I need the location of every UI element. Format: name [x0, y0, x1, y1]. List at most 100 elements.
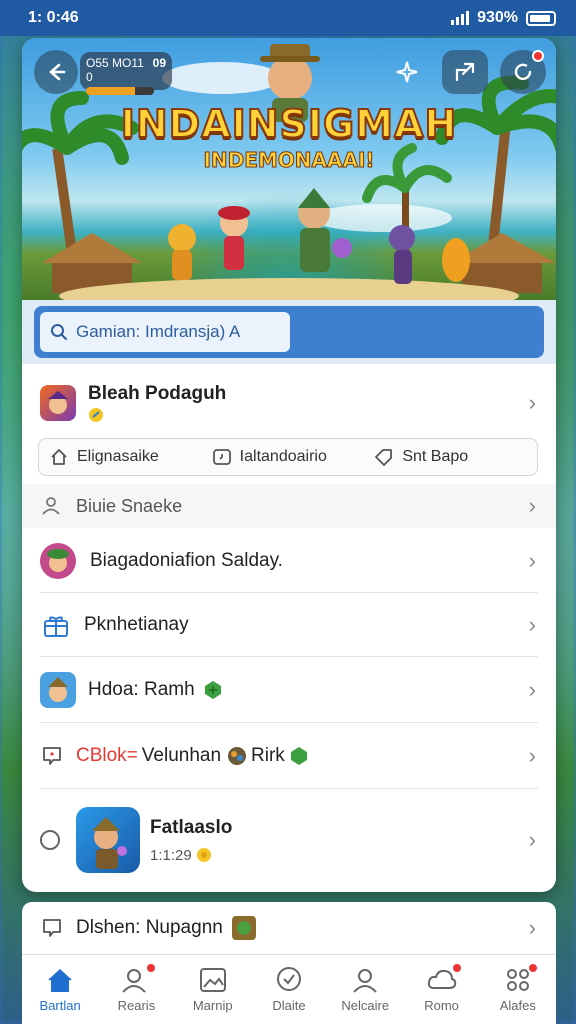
progress-value: 09 — [152, 56, 166, 70]
list-item-label: Hdoa: Ramh — [88, 679, 195, 700]
avatar — [40, 543, 76, 579]
tab-label: Romo — [424, 998, 459, 1013]
divider — [40, 722, 538, 723]
list-item[interactable]: Biagadoniafion Salday. › — [22, 530, 556, 592]
character-avatar-icon — [92, 817, 127, 869]
game-thumbnail — [76, 807, 140, 873]
chevron-right-icon: › — [528, 677, 536, 702]
notification-dot — [145, 962, 158, 974]
check-circle-icon — [276, 967, 301, 991]
search-section: Gamian: Imdransja) A — [22, 300, 556, 364]
user-icon — [42, 497, 60, 515]
list-item-label: Biagadoniafion Salday. — [90, 550, 283, 571]
list-item-tail: Rirk — [251, 745, 285, 766]
chip-label: Elignasaike — [77, 448, 159, 465]
notification-dot — [450, 962, 463, 974]
tab-label: Dlaite — [272, 998, 306, 1013]
tag-icon — [375, 449, 393, 466]
hero-subtitle: INDEMONAAAI! — [203, 148, 375, 173]
tab-label: Bartlan — [39, 998, 81, 1013]
signal-icon — [451, 11, 470, 25]
hero-title: INDAINSIGMAH — [120, 101, 458, 147]
chevron-right-icon: › — [528, 915, 536, 940]
share-icon — [455, 62, 475, 82]
battery-icon — [526, 10, 556, 26]
chevron-right-icon: › — [528, 548, 536, 573]
tab-label: Nelcaire — [341, 998, 390, 1013]
refresh-button[interactable] — [500, 50, 546, 94]
refresh-icon — [514, 63, 532, 81]
list-item[interactable]: CBlok= Velunhan Rirk › — [22, 724, 556, 788]
alert-label: CBlok= — [76, 745, 138, 766]
character-avatar-icon — [231, 916, 256, 940]
list-item-label: Velunhan — [141, 745, 222, 766]
radio-button[interactable] — [40, 830, 60, 850]
search-placeholder: Gamian: Imdransja) A — [76, 322, 241, 341]
sub-row-label: Biuie Snaeke — [76, 495, 183, 516]
arrow-left-icon — [49, 63, 66, 81]
home-icon — [51, 449, 67, 465]
gift-icon — [40, 609, 72, 641]
featured-title: Fatlaaslo — [150, 816, 233, 838]
home-icon — [48, 969, 73, 992]
image-icon — [199, 968, 226, 992]
tab-bar: Bartlan Rearis Marnip Dlaite Nelcaire Ro… — [22, 954, 556, 1024]
chat-icon — [43, 919, 61, 937]
share-button[interactable] — [442, 50, 488, 94]
tab-profile[interactable]: Nelcaire — [330, 966, 400, 1013]
chevron-right-icon: › — [528, 390, 536, 415]
tab-gallery[interactable]: Marnip — [178, 966, 248, 1013]
tab-label: Alafes — [499, 998, 536, 1013]
progress-indicator: O55 MO11 0 09 — [80, 52, 172, 95]
back-button[interactable] — [34, 50, 78, 94]
sub-row[interactable]: Biuie Snaeke › — [22, 484, 556, 528]
list-item-featured[interactable]: Fatlaaslo 1:1:29 › — [22, 790, 556, 890]
character-avatar-icon — [228, 747, 247, 765]
sparkle-icon — [396, 61, 418, 83]
chip-label: Ialtandoairio — [239, 448, 327, 465]
bottom-row-label: Dlshen: Nupagnn — [76, 917, 223, 938]
tab-friends[interactable]: Rearis — [101, 962, 171, 1013]
list-item-label: Pknhetianay — [84, 614, 189, 635]
clock-icon — [212, 449, 231, 465]
main-card: INDAINSIGMAH INDEMONAAAI! O55 MO11 0 09 — [22, 38, 556, 892]
search-input[interactable]: Gamian: Imdransja) A — [40, 312, 290, 352]
chip-home[interactable]: Elignasaike — [49, 447, 202, 467]
bottom-list-item[interactable]: Dlshen: Nupagnn › — [22, 902, 556, 954]
list-item[interactable]: Hdoa: Ramh › — [22, 658, 556, 722]
character-avatar-icon — [48, 391, 68, 414]
status-time: 1: 0:46 — [28, 9, 79, 26]
chat-icon — [43, 747, 61, 765]
list-item[interactable]: Pknhetianay › — [22, 594, 556, 656]
chevron-right-icon: › — [528, 493, 536, 518]
gem-icon — [290, 747, 307, 765]
chevron-right-icon: › — [528, 743, 536, 768]
hero-banner: INDAINSIGMAH INDEMONAAAI! O55 MO11 0 09 — [22, 38, 556, 300]
tab-events[interactable]: Romo — [407, 962, 477, 1013]
notification-dot — [526, 962, 539, 974]
tab-more[interactable]: Alafes — [483, 962, 553, 1013]
tab-label: Rearis — [117, 998, 156, 1013]
gift-button[interactable] — [384, 50, 430, 94]
divider — [40, 656, 538, 657]
tab-check[interactable]: Dlaite — [254, 966, 324, 1013]
featured-meta: 1:1:29 — [150, 846, 192, 864]
tab-home[interactable]: Bartlan — [25, 966, 95, 1013]
chip-clock[interactable]: Ialtandoairio — [212, 447, 365, 467]
progress-track — [86, 87, 154, 95]
progress-fill — [86, 87, 135, 95]
search-bar[interactable]: Gamian: Imdransja) A — [34, 306, 544, 358]
user-icon — [353, 969, 378, 993]
chevron-right-icon: › — [528, 612, 536, 637]
profile-row[interactable]: Bleah Podaguh › — [22, 374, 556, 432]
avatar — [40, 385, 76, 421]
status-bar: 1: 0:46 930% — [0, 0, 576, 36]
profile-name: Bleah Podaguh — [88, 383, 227, 404]
character-avatar-icon — [48, 677, 68, 702]
quick-actions: Elignasaike Ialtandoairio Snt Bapo — [38, 438, 538, 476]
chip-tag[interactable]: Snt Bapo — [374, 447, 527, 467]
battery-text: 930% — [477, 9, 518, 26]
gem-icon — [204, 681, 221, 699]
chevron-right-icon: › — [528, 827, 536, 852]
notification-dot — [532, 50, 544, 62]
